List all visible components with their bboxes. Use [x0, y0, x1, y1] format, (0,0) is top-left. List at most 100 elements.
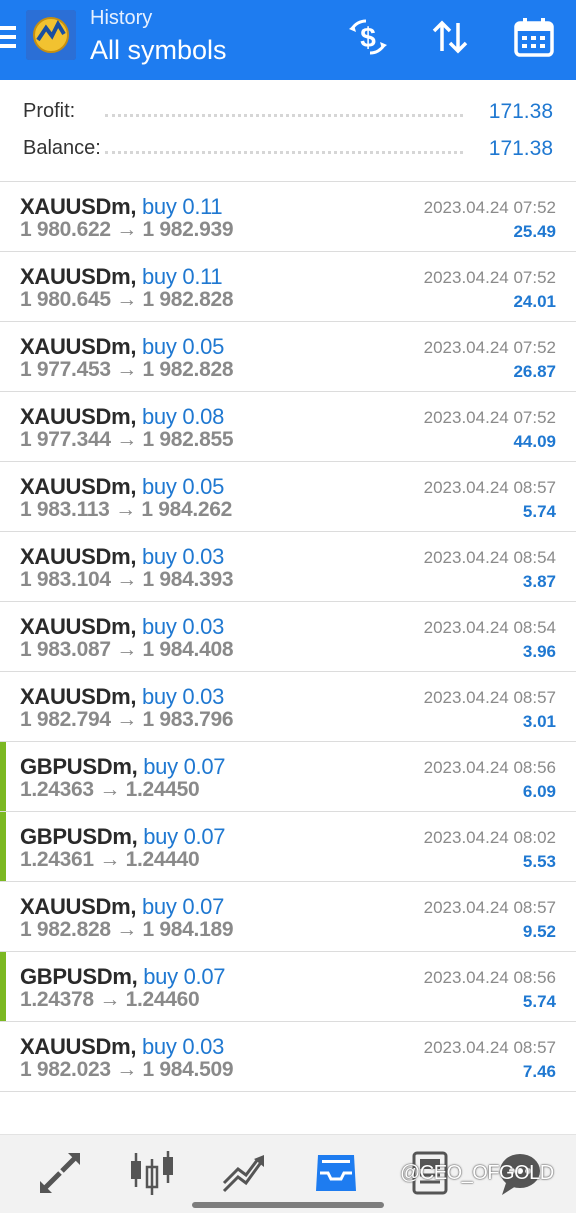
- deal-time: 2023.04.24 08:57: [423, 898, 556, 917]
- nav-quotes[interactable]: [34, 1147, 86, 1199]
- deal-time: 2023.04.24 07:52: [423, 198, 556, 217]
- deal-row[interactable]: XAUUSDm, buy 0.03 1 983.087 → 1 984.408 20…: [0, 602, 576, 672]
- deal-side-volume: buy 0.07: [143, 824, 226, 849]
- deal-symbol: XAUUSDm,: [20, 1034, 137, 1059]
- app-logo: [26, 10, 76, 60]
- trade-icon: [222, 1155, 264, 1193]
- deal-row[interactable]: XAUUSDm, buy 0.11 1 980.645 → 1 982.828 20…: [0, 252, 576, 322]
- deal-title: XAUUSDm, buy 0.11: [20, 264, 223, 290]
- nav-chart[interactable]: [126, 1147, 178, 1199]
- profit-value: 171.38: [488, 100, 553, 123]
- dotted-leader: [105, 114, 463, 117]
- calendar-button[interactable]: [512, 15, 556, 59]
- nav-history[interactable]: [310, 1147, 362, 1199]
- deal-time: 2023.04.24 07:52: [423, 268, 556, 287]
- quotes-icon: [40, 1153, 80, 1193]
- deal-time: 2023.04.24 08:54: [423, 548, 556, 567]
- deal-prices: 1 982.023 → 1 984.509: [20, 1058, 234, 1081]
- deal-symbol: XAUUSDm,: [20, 264, 137, 289]
- home-indicator[interactable]: [192, 1202, 384, 1208]
- deal-title: XAUUSDm, buy 0.03: [20, 684, 224, 710]
- deal-row[interactable]: XAUUSDm, buy 0.07 1 982.828 → 1 984.189 20…: [0, 882, 576, 952]
- header-title[interactable]: All symbols: [90, 35, 227, 66]
- deal-row[interactable]: XAUUSDm, buy 0.03 1 983.104 → 1 984.393 20…: [0, 532, 576, 602]
- deal-row[interactable]: GBPUSDm, buy 0.07 1.24363 → 1.24450 2023.0…: [0, 742, 576, 812]
- deal-symbol: GBPUSDm,: [20, 824, 138, 849]
- deal-prices: 1 977.344 → 1 982.855: [20, 428, 234, 451]
- deal-symbol: GBPUSDm,: [20, 964, 138, 989]
- deal-row[interactable]: XAUUSDm, buy 0.08 1 977.344 → 1 982.855 20…: [0, 392, 576, 462]
- menu-icon[interactable]: [0, 22, 18, 58]
- deal-profit: 6.09: [522, 782, 556, 801]
- deal-row[interactable]: XAUUSDm, buy 0.03 1 982.794 → 1 983.796 20…: [0, 672, 576, 742]
- history-summary: Profit: 171.38 Balance: 171.38: [0, 80, 576, 182]
- dollar-refresh-icon: $: [349, 19, 387, 55]
- deal-title: GBPUSDm, buy 0.07: [20, 824, 226, 850]
- deal-side-volume: buy 0.08: [142, 404, 225, 429]
- deal-row[interactable]: XAUUSDm, buy 0.11 1 980.622 → 1 982.939 20…: [0, 182, 576, 252]
- deal-row[interactable]: XAUUSDm, buy 0.05 1 983.113 → 1 984.262 20…: [0, 462, 576, 532]
- deal-side-volume: buy 0.07: [143, 754, 226, 779]
- sort-arrows-icon: [432, 20, 468, 54]
- deal-time: 2023.04.24 08:56: [423, 968, 556, 987]
- deal-prices: 1.24363 → 1.24450: [20, 778, 200, 801]
- deal-time: 2023.04.24 08:57: [423, 478, 556, 497]
- deal-time: 2023.04.24 07:52: [423, 338, 556, 357]
- deposit-filter-button[interactable]: $: [346, 15, 390, 59]
- header-subtitle: History: [90, 7, 153, 29]
- deal-side-volume: buy 0.03: [142, 1034, 225, 1059]
- deal-row[interactable]: XAUUSDm, buy 0.05 1 977.453 → 1 982.828 20…: [0, 322, 576, 392]
- deal-title: XAUUSDm, buy 0.03: [20, 614, 224, 640]
- dotted-leader: [105, 151, 463, 154]
- balance-row: Balance: 171.38: [23, 137, 553, 167]
- app-header: History All symbols $: [0, 0, 576, 80]
- deal-prices: 1 980.622 → 1 982.939: [20, 218, 234, 241]
- history-icon: [316, 1155, 356, 1191]
- deal-profit: 5.53: [522, 852, 556, 871]
- deal-row[interactable]: XAUUSDm, buy 0.03 1 982.023 → 1 984.509 20…: [0, 1022, 576, 1092]
- deal-time: 2023.04.24 08:57: [423, 1038, 556, 1057]
- deal-title: GBPUSDm, buy 0.07: [20, 754, 226, 780]
- deal-side-volume: buy 0.03: [142, 614, 225, 639]
- deal-side-volume: buy 0.03: [142, 684, 225, 709]
- profit-row: Profit: 171.38: [23, 100, 553, 130]
- deal-profit: 5.74: [522, 992, 556, 1011]
- deal-time: 2023.04.24 07:52: [423, 408, 556, 427]
- deal-symbol: GBPUSDm,: [20, 754, 138, 779]
- deal-symbol: XAUUSDm,: [20, 334, 137, 359]
- nav-trade[interactable]: [218, 1147, 270, 1199]
- deal-title: XAUUSDm, buy 0.08: [20, 404, 224, 430]
- deal-profit: 26.87: [513, 362, 556, 381]
- balance-label: Balance:: [23, 137, 101, 159]
- deal-row[interactable]: GBPUSDm, buy 0.07 1.24361 → 1.24440 2023.0…: [0, 812, 576, 882]
- deal-prices: 1 982.828 → 1 984.189: [20, 918, 234, 941]
- deal-side-volume: buy 0.05: [142, 334, 225, 359]
- deal-title: XAUUSDm, buy 0.05: [20, 474, 224, 500]
- deal-profit: 3.87: [522, 572, 556, 591]
- deal-prices: 1 977.453 → 1 982.828: [20, 358, 234, 381]
- deals-list: XAUUSDm, buy 0.11 1 980.622 → 1 982.939 20…: [0, 182, 576, 1092]
- deal-time: 2023.04.24 08:54: [423, 618, 556, 637]
- profit-label: Profit:: [23, 100, 76, 122]
- deal-side-volume: buy 0.07: [143, 964, 226, 989]
- deal-prices: 1 983.087 → 1 984.408: [20, 638, 234, 661]
- calendar-icon: [514, 18, 554, 57]
- sort-button[interactable]: [428, 15, 472, 59]
- deal-profit: 9.52: [522, 922, 556, 941]
- deal-symbol: XAUUSDm,: [20, 614, 137, 639]
- deal-profit: 3.96: [522, 642, 556, 661]
- deal-title: XAUUSDm, buy 0.11: [20, 194, 223, 220]
- deal-side-volume: buy 0.05: [142, 474, 225, 499]
- svg-text:$: $: [360, 22, 376, 53]
- deal-side-volume: buy 0.11: [142, 194, 223, 219]
- watermark-text: @CEO_OFGOLD: [400, 1162, 554, 1184]
- deal-side-volume: buy 0.07: [142, 894, 225, 919]
- deal-symbol: XAUUSDm,: [20, 194, 137, 219]
- deal-row[interactable]: GBPUSDm, buy 0.07 1.24378 → 1.24460 2023.0…: [0, 952, 576, 1022]
- deal-symbol: XAUUSDm,: [20, 894, 137, 919]
- deal-side-volume: buy 0.11: [142, 264, 223, 289]
- deal-profit: 44.09: [513, 432, 556, 451]
- deal-symbol: XAUUSDm,: [20, 544, 137, 569]
- deal-profit: 24.01: [513, 292, 556, 311]
- deal-time: 2023.04.24 08:56: [423, 758, 556, 777]
